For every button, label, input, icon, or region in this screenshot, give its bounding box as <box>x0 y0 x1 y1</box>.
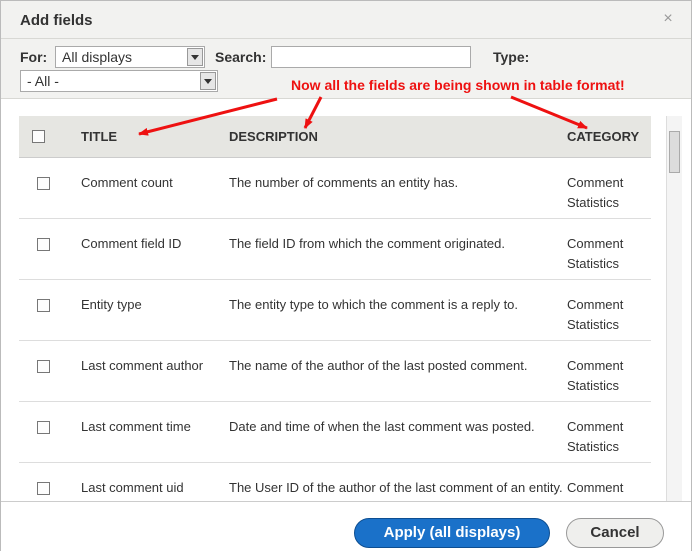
scrollbar-thumb[interactable] <box>669 131 680 173</box>
row-title: Entity type <box>81 296 142 312</box>
row-checkbox-cell <box>19 218 81 279</box>
row-title: Comment count <box>81 174 173 190</box>
row-category: Comment Statistics <box>567 418 624 454</box>
row-title: Comment field ID <box>81 235 182 251</box>
row-title: Last comment author <box>81 357 204 373</box>
row-checkbox-cell <box>19 279 81 340</box>
chevron-down-icon <box>200 72 216 90</box>
column-header-title[interactable]: TITLE <box>81 116 229 158</box>
search-input[interactable] <box>271 46 471 68</box>
table-row[interactable]: Last comment author The name of the auth… <box>19 340 651 401</box>
row-description: The User ID of the author of the last co… <box>229 479 563 495</box>
row-category: Comment Statistics <box>567 357 624 393</box>
row-checkbox[interactable] <box>37 420 50 434</box>
display-select-value: All displays <box>62 49 133 65</box>
cancel-button[interactable]: Cancel <box>566 518 664 548</box>
group-select-value: - All - <box>27 73 59 89</box>
select-all-checkbox[interactable] <box>32 130 45 144</box>
type-label: Type: <box>493 49 530 65</box>
row-category: Comment Statistics <box>567 479 624 501</box>
row-checkbox-cell <box>19 340 81 401</box>
table-row[interactable]: Last comment time Date and time of when … <box>19 401 651 462</box>
row-checkbox-cell <box>19 401 81 462</box>
fields-table: TITLE DESCRIPTION CATEGORY Comment count… <box>19 116 651 500</box>
row-checkbox[interactable] <box>37 176 50 190</box>
select-all-cell <box>19 116 81 158</box>
add-fields-dialog: Add fields × For: All displays Search: T… <box>0 0 692 551</box>
row-checkbox[interactable] <box>37 237 50 251</box>
for-label: For: <box>20 49 48 65</box>
annotation-text: Now all the fields are being shown in ta… <box>291 77 625 93</box>
group-select[interactable]: - All - <box>20 70 218 92</box>
apply-button[interactable]: Apply (all displays) <box>354 518 550 548</box>
table-row[interactable]: Last comment uid The User ID of the auth… <box>19 462 651 500</box>
row-checkbox[interactable] <box>37 298 50 312</box>
dialog-title: Add fields <box>20 12 93 29</box>
row-checkbox-cell <box>19 157 81 218</box>
row-description: The field ID from which the comment orig… <box>229 235 506 251</box>
search-label: Search: <box>215 49 267 65</box>
row-category: Comment Statistics <box>567 174 624 210</box>
table-header-row: TITLE DESCRIPTION CATEGORY <box>19 116 651 158</box>
row-title: Last comment time <box>81 418 191 434</box>
row-category: Comment Statistics <box>567 235 624 271</box>
dialog-footer: Apply (all displays) Cancel <box>1 501 691 551</box>
display-select[interactable]: All displays <box>55 46 205 68</box>
row-checkbox[interactable] <box>37 481 50 495</box>
close-icon[interactable]: × <box>661 11 675 27</box>
row-checkbox-cell <box>19 462 81 500</box>
row-description: The name of the author of the last poste… <box>229 357 528 373</box>
vertical-scrollbar[interactable] <box>666 116 682 502</box>
table-row[interactable]: Entity type The entity type to which the… <box>19 279 651 340</box>
table-row[interactable]: Comment count The number of comments an … <box>19 157 651 218</box>
column-header-category[interactable]: CATEGORY <box>567 116 651 158</box>
column-header-description[interactable]: DESCRIPTION <box>229 116 567 158</box>
row-checkbox[interactable] <box>37 359 50 373</box>
row-title: Last comment uid <box>81 479 184 495</box>
row-description: The number of comments an entity has. <box>229 174 459 190</box>
fields-scroll-area[interactable]: TITLE DESCRIPTION CATEGORY Comment count… <box>1 100 683 500</box>
row-description: Date and time of when the last comment w… <box>229 418 535 434</box>
dialog-titlebar: Add fields × <box>1 1 691 39</box>
chevron-down-icon <box>187 48 203 66</box>
row-category: Comment Statistics <box>567 296 624 332</box>
table-row[interactable]: Comment field ID The field ID from which… <box>19 218 651 279</box>
row-description: The entity type to which the comment is … <box>229 296 519 312</box>
